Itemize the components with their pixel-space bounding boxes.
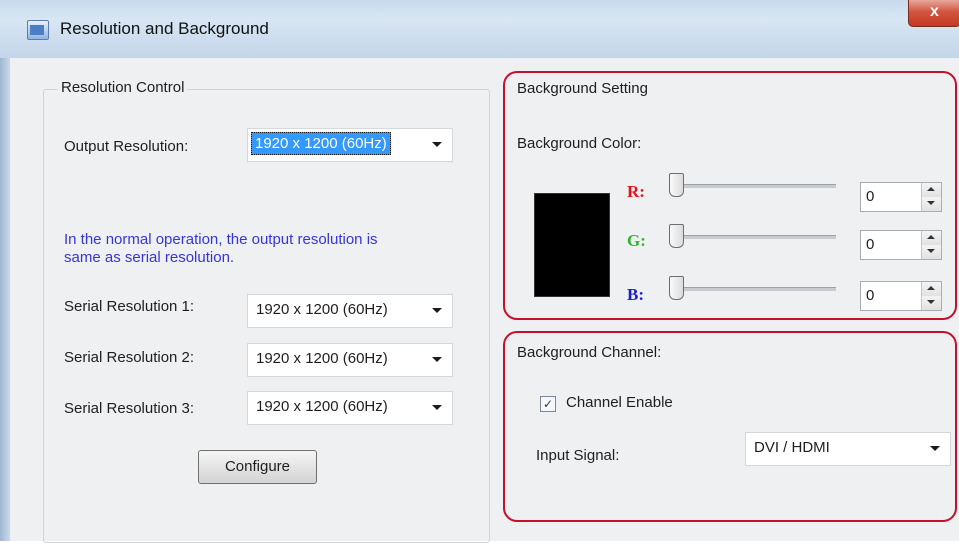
chevron-down-icon[interactable] xyxy=(432,308,442,313)
output-resolution-value: 1920 x 1200 (60Hz) xyxy=(251,132,391,155)
output-resolution-dropdown[interactable]: 1920 x 1200 (60Hz) xyxy=(247,128,453,162)
resolution-info-text: In the normal operation, the output reso… xyxy=(64,231,464,267)
configure-button[interactable]: Configure xyxy=(198,450,317,484)
serial-resolution-3-label: Serial Resolution 3: xyxy=(64,400,195,417)
serial-resolution-1-label: Serial Resolution 1: xyxy=(64,298,195,315)
output-resolution-label: Output Resolution: xyxy=(64,138,189,155)
chevron-down-icon[interactable] xyxy=(432,405,442,410)
serial-resolution-2-label: Serial Resolution 2: xyxy=(64,349,195,366)
resolution-control-title: Resolution Control xyxy=(58,79,188,96)
serial-resolution-2-value: 1920 x 1200 (60Hz) xyxy=(256,350,388,367)
serial-resolution-3-dropdown[interactable]: 1920 x 1200 (60Hz) xyxy=(247,391,453,425)
info-line-1: In the normal operation, the output reso… xyxy=(64,231,378,248)
window-app-icon xyxy=(27,20,49,40)
serial-resolution-2-dropdown[interactable]: 1920 x 1200 (60Hz) xyxy=(247,343,453,377)
window-title: Resolution and Background xyxy=(60,19,269,38)
serial-resolution-1-dropdown[interactable]: 1920 x 1200 (60Hz) xyxy=(247,294,453,328)
info-line-2: same as serial resolution. xyxy=(64,249,235,266)
background-setting-highlight xyxy=(503,71,957,320)
serial-resolution-1-value: 1920 x 1200 (60Hz) xyxy=(256,301,388,318)
close-button[interactable]: x xyxy=(908,0,959,27)
chevron-down-icon[interactable] xyxy=(432,142,442,147)
serial-resolution-3-value: 1920 x 1200 (60Hz) xyxy=(256,398,388,415)
window-left-frame xyxy=(0,58,10,541)
background-channel-highlight xyxy=(503,331,957,522)
chevron-down-icon[interactable] xyxy=(432,357,442,362)
title-bar[interactable]: Resolution and Background x xyxy=(0,0,959,58)
dialog-client-area: Resolution Control Output Resolution: 19… xyxy=(10,58,959,543)
